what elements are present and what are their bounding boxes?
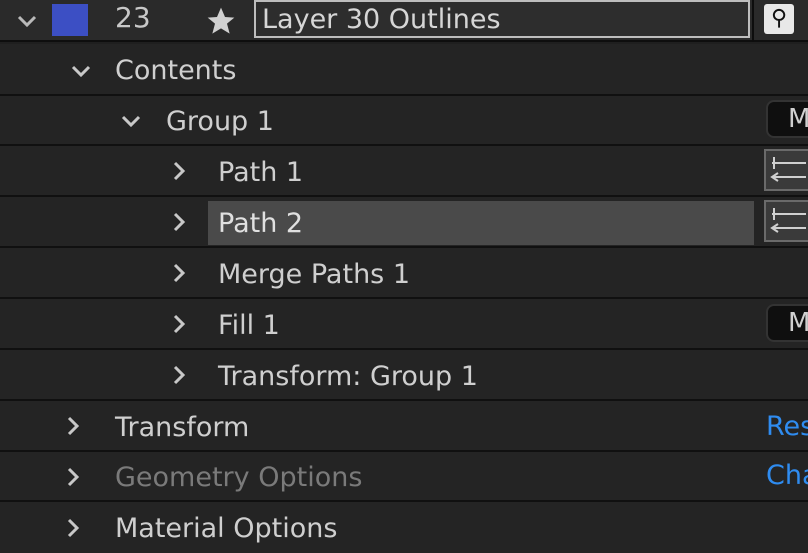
change-renderer-link[interactable]: Cha	[766, 462, 808, 489]
tree-item-transform-group1: Transform: Group 1	[218, 361, 478, 392]
tree-item-path1: Path 1	[218, 157, 304, 188]
tree-row-fill1[interactable]: Fill 1 M	[0, 299, 808, 350]
tree-item-path2: Path 2	[218, 208, 304, 239]
layer-label-color-swatch[interactable]	[52, 4, 88, 36]
chevron-right-icon[interactable]	[60, 464, 86, 490]
tree-item-group1: Group 1	[166, 106, 274, 137]
chevron-right-icon[interactable]	[166, 260, 192, 286]
column-divider	[752, 0, 754, 42]
tree-row-merge-paths1[interactable]: Merge Paths 1	[0, 248, 808, 299]
blend-mode-dropdown[interactable]: M	[766, 100, 808, 138]
parent-link-icon[interactable]: ⚲	[764, 4, 794, 34]
tree-item-material-options: Material Options	[115, 513, 338, 544]
tree-row-material-options[interactable]: Material Options	[0, 502, 808, 553]
chevron-down-icon[interactable]	[14, 8, 40, 34]
tree-row-transform-group1[interactable]: Transform: Group 1	[0, 350, 808, 401]
chevron-right-icon[interactable]	[166, 362, 192, 388]
tree-item-merge-paths1: Merge Paths 1	[218, 259, 411, 290]
chevron-right-icon[interactable]	[166, 209, 192, 235]
path-direction-icon[interactable]	[764, 149, 808, 191]
tree-row-path1[interactable]: Path 1	[0, 146, 808, 197]
chevron-down-icon[interactable]	[68, 58, 94, 84]
tree-item-geometry-options: Geometry Options	[115, 462, 363, 493]
blend-mode-value: M	[788, 104, 808, 134]
tree-item-fill1: Fill 1	[218, 310, 280, 341]
chevron-down-icon[interactable]	[118, 108, 144, 134]
star-icon[interactable]	[204, 5, 238, 37]
chevron-right-icon[interactable]	[60, 413, 86, 439]
blend-mode-value: M	[788, 308, 808, 338]
path-direction-icon[interactable]	[764, 200, 808, 242]
chevron-right-icon[interactable]	[166, 158, 192, 184]
tree-row-transform[interactable]: Transform Res	[0, 401, 808, 452]
chevron-right-icon[interactable]	[60, 515, 86, 541]
tree-row-geometry-options[interactable]: Geometry Options Cha	[0, 452, 808, 502]
tree-item-contents: Contents	[115, 55, 237, 86]
tree-row-path2[interactable]: Path 2	[0, 197, 808, 248]
chevron-right-icon[interactable]	[166, 311, 192, 337]
layer-name-text: Layer 30 Outlines	[262, 4, 501, 35]
tree-row-group1[interactable]: Group 1 M	[0, 96, 808, 146]
blend-mode-dropdown[interactable]: M	[766, 304, 808, 342]
timeline-layer-properties-panel: 23 Layer 30 Outlines ⚲ Contents Group 1 …	[0, 0, 808, 553]
reset-link[interactable]: Res	[766, 413, 808, 440]
layer-number: 23	[115, 1, 151, 34]
tree-item-transform: Transform	[115, 412, 250, 443]
tree-row-contents[interactable]: Contents	[0, 44, 808, 96]
layer-row[interactable]: 23 Layer 30 Outlines ⚲	[0, 0, 808, 42]
layer-name-field[interactable]: Layer 30 Outlines	[254, 0, 750, 38]
